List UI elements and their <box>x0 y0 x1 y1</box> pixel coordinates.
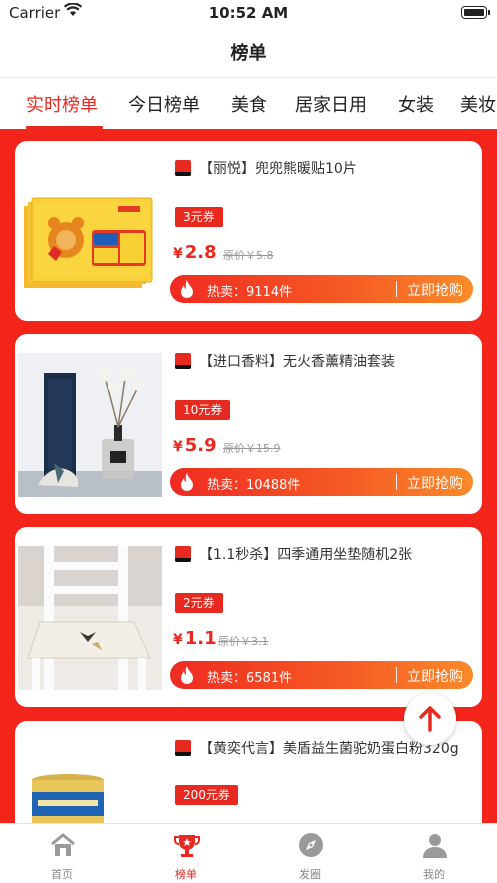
bottom-tab-bar: 首页 榜单 发圈 我的 <box>0 823 497 883</box>
product-card[interactable]: 【丽悦】兜兜熊暖贴10片 3元券 ¥2.8 原价￥5.8 热卖：9114件 立即… <box>15 141 482 321</box>
clock: 10:52 AM <box>208 4 289 22</box>
coupon-badge: 200元券 <box>175 785 238 805</box>
product-image[interactable] <box>18 740 162 823</box>
product-title[interactable]: 【丽悦】兜兜熊暖贴10片 <box>199 158 357 178</box>
page-title: 榜单 <box>230 43 267 64</box>
tab-beauty[interactable]: 美妆 <box>460 91 496 117</box>
tmall-badge-icon <box>175 160 191 176</box>
battery-icon <box>461 6 490 19</box>
product-card[interactable]: 【进口香料】无火香薰精油套装 10元券 ¥5.9 原价￥15.9 热卖：1048… <box>15 334 482 514</box>
milk-powder-can-image <box>18 740 162 823</box>
product-list[interactable]: 【丽悦】兜兜熊暖贴10片 3元券 ¥2.8 原价￥5.8 热卖：9114件 立即… <box>0 129 497 823</box>
product-image[interactable] <box>18 546 162 690</box>
user-icon <box>423 834 447 858</box>
tab-realtime[interactable]: 实时榜单 <box>26 91 98 117</box>
original-price: 原价￥3.1 <box>218 635 269 648</box>
tabbar-item-ranking[interactable]: 榜单 <box>124 824 248 883</box>
tab-household[interactable]: 居家日用 <box>295 91 367 117</box>
tabbar-label: 首页 <box>51 868 73 881</box>
hot-sale-bar: 热卖：6581件 立即抢购 <box>170 661 473 689</box>
tab-today[interactable]: 今日榜单 <box>128 91 200 117</box>
coupon-badge: 2元券 <box>175 593 223 613</box>
tmall-badge-icon <box>175 546 191 562</box>
chair-cushion-image <box>18 546 162 690</box>
divider <box>396 281 397 297</box>
coupon-badge: 3元券 <box>175 207 223 227</box>
original-price: 原价￥15.9 <box>223 442 281 455</box>
tab-food[interactable]: 美食 <box>231 91 267 117</box>
tabbar-label: 我的 <box>423 868 445 881</box>
sales-count: 热卖：9114件 <box>207 285 293 300</box>
trophy-icon <box>174 835 200 857</box>
buy-now-button[interactable]: 立即抢购 <box>407 280 463 300</box>
product-card[interactable]: 【1.1秒杀】四季通用坐垫随机2张 2元券 ¥1.1 原价￥3.1 热卖：658… <box>15 527 482 707</box>
sales-count: 热卖：10488件 <box>207 478 301 493</box>
tab-womens-wear[interactable]: 女装 <box>398 91 434 117</box>
navigation-bar: 榜单 <box>0 30 497 78</box>
product-title[interactable]: 【进口香料】无火香薰精油套装 <box>199 351 395 371</box>
compass-icon <box>299 833 323 857</box>
buy-now-button[interactable]: 立即抢购 <box>407 666 463 686</box>
hot-sale-bar: 热卖：10488件 立即抢购 <box>170 468 473 496</box>
status-bar: Carrier 10:52 AM <box>0 0 497 30</box>
category-tabs: 实时榜单 今日榜单 美食 居家日用 女装 美妆 <box>0 79 497 129</box>
home-icon <box>51 833 75 856</box>
tabbar-label: 榜单 <box>175 868 197 881</box>
original-price: 原价￥5.8 <box>223 249 274 262</box>
hot-sale-bar: 热卖：9114件 立即抢购 <box>170 275 473 303</box>
diffuser-image <box>18 353 162 497</box>
hand-warmer-image <box>18 160 162 304</box>
product-image[interactable] <box>18 353 162 497</box>
fire-icon <box>181 473 193 491</box>
tabbar-item-mine[interactable]: 我的 <box>372 824 496 883</box>
tabbar-label: 发圈 <box>299 868 321 881</box>
tabbar-item-home[interactable]: 首页 <box>0 824 124 883</box>
tmall-badge-icon <box>175 353 191 369</box>
scroll-to-top-button[interactable] <box>404 693 456 745</box>
product-price: ¥2.8 <box>173 242 217 263</box>
divider <box>396 667 397 683</box>
fire-icon <box>181 280 193 298</box>
tabbar-item-moments[interactable]: 发圈 <box>248 824 372 883</box>
sales-count: 热卖：6581件 <box>207 671 293 686</box>
product-title[interactable]: 【1.1秒杀】四季通用坐垫随机2张 <box>199 544 412 564</box>
product-price: ¥1.1 <box>173 628 217 649</box>
coupon-badge: 10元券 <box>175 400 231 420</box>
divider <box>396 474 397 490</box>
arrow-up-icon <box>419 706 441 732</box>
product-image[interactable] <box>18 160 162 304</box>
tmall-badge-icon <box>175 740 191 756</box>
product-price: ¥5.9 <box>173 435 217 456</box>
fire-icon <box>181 666 193 684</box>
buy-now-button[interactable]: 立即抢购 <box>407 473 463 493</box>
